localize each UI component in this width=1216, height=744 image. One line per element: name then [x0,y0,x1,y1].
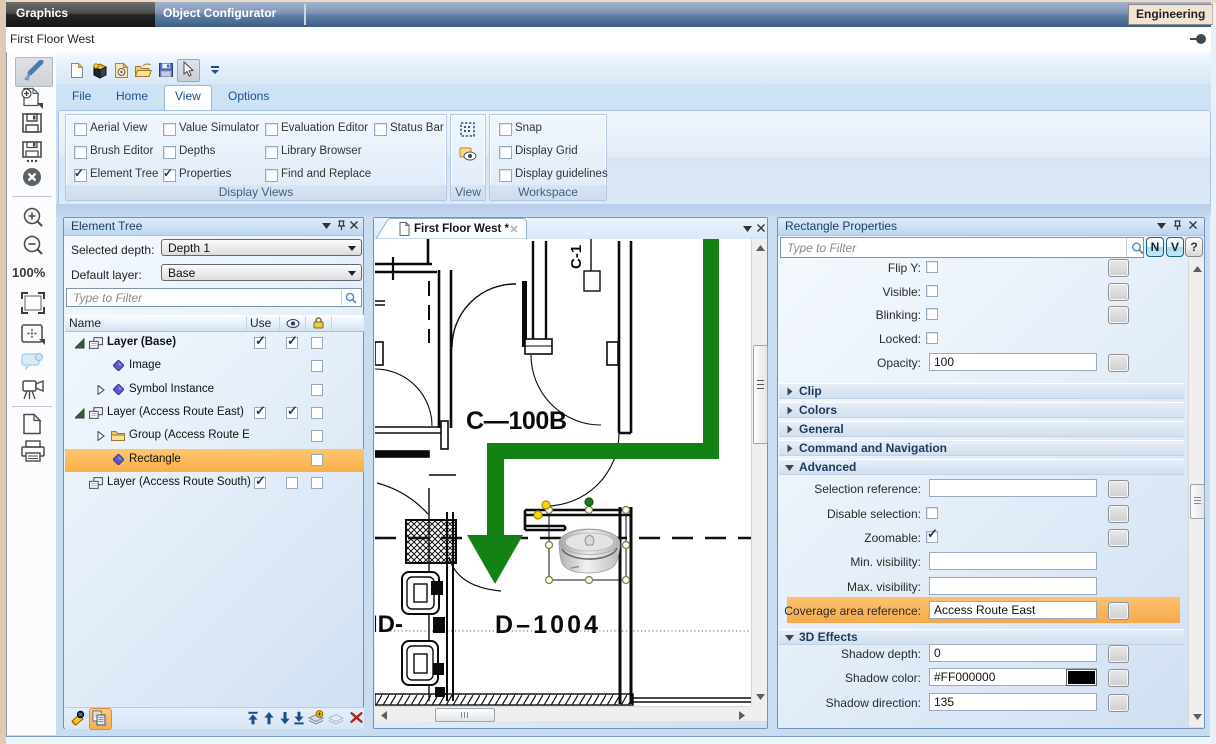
svg-text:C-1: C-1 [568,245,585,269]
svg-text:C—100B: C—100B [466,407,567,435]
svg-text:ID-: ID- [375,611,403,638]
svg-text:D–1004: D–1004 [495,611,598,639]
